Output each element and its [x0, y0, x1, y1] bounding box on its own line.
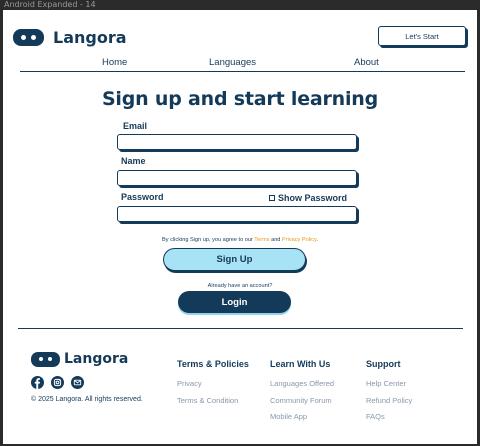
lets-start-button[interactable]: Let's Start — [378, 26, 466, 46]
footer-link-help-center[interactable]: Help Center — [366, 379, 406, 388]
terms-link[interactable]: Terms — [254, 237, 269, 243]
show-password-checkbox[interactable] — [269, 195, 275, 201]
robot-face-logo-icon — [31, 351, 60, 367]
footer-link-community-forum[interactable]: Community Forum — [270, 396, 332, 405]
nav-divider — [20, 71, 465, 72]
footer-col-title-learn: Learn With Us — [270, 359, 331, 369]
show-password-toggle[interactable]: Show Password — [269, 193, 347, 203]
page-canvas: Langora Let's Start Home Languages About… — [3, 10, 477, 444]
footer-link-terms-condition[interactable]: Terms & Condition — [177, 396, 238, 405]
footer-link-refund-policy[interactable]: Refund Policy — [366, 396, 412, 405]
login-button[interactable]: Login — [178, 291, 291, 313]
footer-col-title-support: Support — [366, 359, 401, 369]
footer-divider — [18, 328, 463, 329]
show-password-label: Show Password — [278, 193, 348, 203]
page-title: Sign up and start learning — [101, 88, 379, 110]
email-icon[interactable] — [71, 376, 84, 389]
already-have-account-text: Already have an account? — [207, 283, 273, 289]
robot-face-logo-icon — [13, 29, 44, 46]
footer-link-languages-offered[interactable]: Languages Offered — [270, 379, 334, 388]
password-label: Password — [121, 192, 164, 202]
footer-link-faqs[interactable]: FAQs — [366, 412, 385, 421]
brand-name: Langora — [53, 28, 127, 47]
terms-notice: By clicking Sign up, you agree to our Te… — [3, 237, 477, 243]
social-links — [31, 376, 84, 389]
terms-prefix: By clicking Sign up, you agree to our — [162, 237, 255, 243]
email-field[interactable] — [117, 134, 357, 150]
email-label: Email — [123, 121, 148, 131]
copyright-text: © 2025 Langora. All rights reserved. — [31, 396, 143, 403]
facebook-icon[interactable] — [31, 376, 44, 389]
terms-mid: and — [269, 237, 282, 243]
name-label: Name — [121, 156, 146, 166]
footer-link-mobile-app[interactable]: Mobile App — [270, 412, 307, 421]
nav-item-languages[interactable]: Languages — [209, 57, 256, 68]
footer-logo[interactable]: Langora — [31, 351, 128, 367]
footer-link-privacy[interactable]: Privacy — [177, 379, 202, 388]
terms-suffix: . — [316, 237, 318, 243]
password-field[interactable] — [117, 206, 357, 222]
footer-col-title-terms: Terms & Policies — [177, 359, 249, 369]
frame-title: Android Expanded - 14 — [4, 0, 96, 9]
footer-brand-name: Langora — [64, 351, 129, 367]
nav-item-home[interactable]: Home — [102, 57, 127, 68]
header-logo[interactable]: Langora — [13, 28, 127, 47]
name-field[interactable] — [117, 170, 357, 186]
instagram-icon[interactable] — [51, 376, 64, 389]
privacy-policy-link[interactable]: Privacy Policy — [282, 237, 316, 243]
sign-up-button[interactable]: Sign Up — [163, 248, 306, 271]
nav-item-about[interactable]: About — [354, 57, 379, 68]
